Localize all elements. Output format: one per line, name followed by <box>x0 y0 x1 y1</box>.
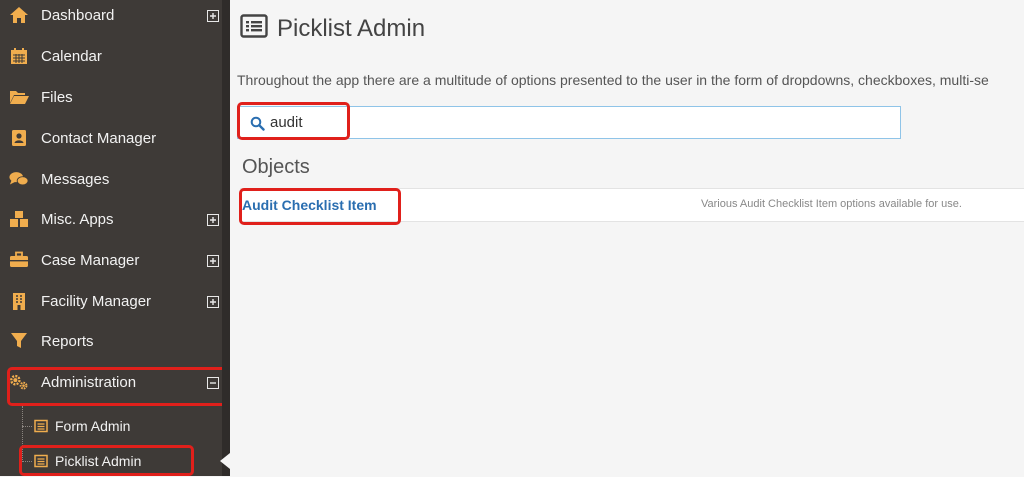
cogs-icon <box>9 372 29 392</box>
sidebar-item-label: Dashboard <box>41 6 115 24</box>
sidebar-item-label: Messages <box>41 170 110 188</box>
list-alt-icon <box>34 454 48 468</box>
sidebar-subitem-label: Picklist Admin <box>55 453 142 469</box>
briefcase-icon <box>9 250 29 270</box>
search-input[interactable] <box>270 107 870 138</box>
folder-open-icon <box>9 87 29 107</box>
filter-icon <box>9 331 29 351</box>
sidebar: Dashboard Calendar Files Contact Manager… <box>0 0 229 477</box>
sidebar-item-reports[interactable]: Reports <box>0 321 222 361</box>
expand-icon[interactable] <box>207 295 219 308</box>
sidebar-item-label: Reports <box>41 332 94 350</box>
sidebar-item-files[interactable]: Files <box>0 77 222 117</box>
list-alt-icon <box>240 14 268 43</box>
sidebar-subitem-label: Form Admin <box>55 418 131 434</box>
sidebar-item-facility-manager[interactable]: Facility Manager <box>0 281 222 321</box>
sidebar-item-administration[interactable]: Administration <box>0 362 222 402</box>
expand-icon[interactable] <box>207 254 219 267</box>
object-link-audit-checklist-item[interactable]: Audit Checklist Item <box>242 197 377 213</box>
main-content: Picklist Admin Throughout the app there … <box>230 0 1024 476</box>
tree-branch <box>22 461 32 462</box>
sidebar-subitem-form-admin[interactable]: Form Admin <box>0 410 222 442</box>
search-box[interactable] <box>237 106 901 139</box>
building-icon <box>9 291 29 311</box>
sidebar-item-label: Misc. Apps <box>41 210 114 228</box>
object-description: Various Audit Checklist Item options ava… <box>701 198 962 210</box>
sidebar-item-messages[interactable]: Messages <box>0 159 222 199</box>
collapse-icon[interactable] <box>207 376 219 389</box>
sidebar-item-label: Facility Manager <box>41 292 152 310</box>
tree-branch <box>22 426 32 427</box>
sidebar-item-calendar[interactable]: Calendar <box>0 36 222 76</box>
list-alt-icon <box>34 419 48 433</box>
table-row: Audit Checklist Item Various Audit Check… <box>240 188 1024 222</box>
sidebar-item-label: Calendar <box>41 47 102 65</box>
page-title: Picklist Admin <box>277 14 426 42</box>
sidebar-item-misc-apps[interactable]: Misc. Apps <box>0 199 222 239</box>
sidebar-item-label: Contact Manager <box>41 129 157 147</box>
sidebar-item-label: Administration <box>41 373 137 391</box>
expand-icon[interactable] <box>207 213 219 226</box>
page-description: Throughout the app there are a multitude… <box>237 72 989 88</box>
address-book-icon <box>9 128 29 148</box>
sidebar-item-case-manager[interactable]: Case Manager <box>0 240 222 280</box>
cubes-icon <box>9 209 29 229</box>
sidebar-scroll-edge <box>222 0 230 476</box>
sidebar-item-dashboard[interactable]: Dashboard <box>0 0 222 35</box>
sidebar-item-label: Files <box>41 88 73 106</box>
page-header: Picklist Admin <box>240 14 425 43</box>
comments-icon <box>9 169 29 189</box>
sidebar-item-contact-manager[interactable]: Contact Manager <box>0 118 222 158</box>
home-icon <box>9 5 29 25</box>
objects-heading: Objects <box>242 156 310 178</box>
expand-icon[interactable] <box>207 9 219 22</box>
active-indicator-caret <box>220 453 230 469</box>
sidebar-item-label: Case Manager <box>41 251 140 269</box>
calendar-icon <box>9 46 29 66</box>
sidebar-subitem-picklist-admin[interactable]: Picklist Admin <box>0 445 222 477</box>
search-icon <box>250 116 265 136</box>
